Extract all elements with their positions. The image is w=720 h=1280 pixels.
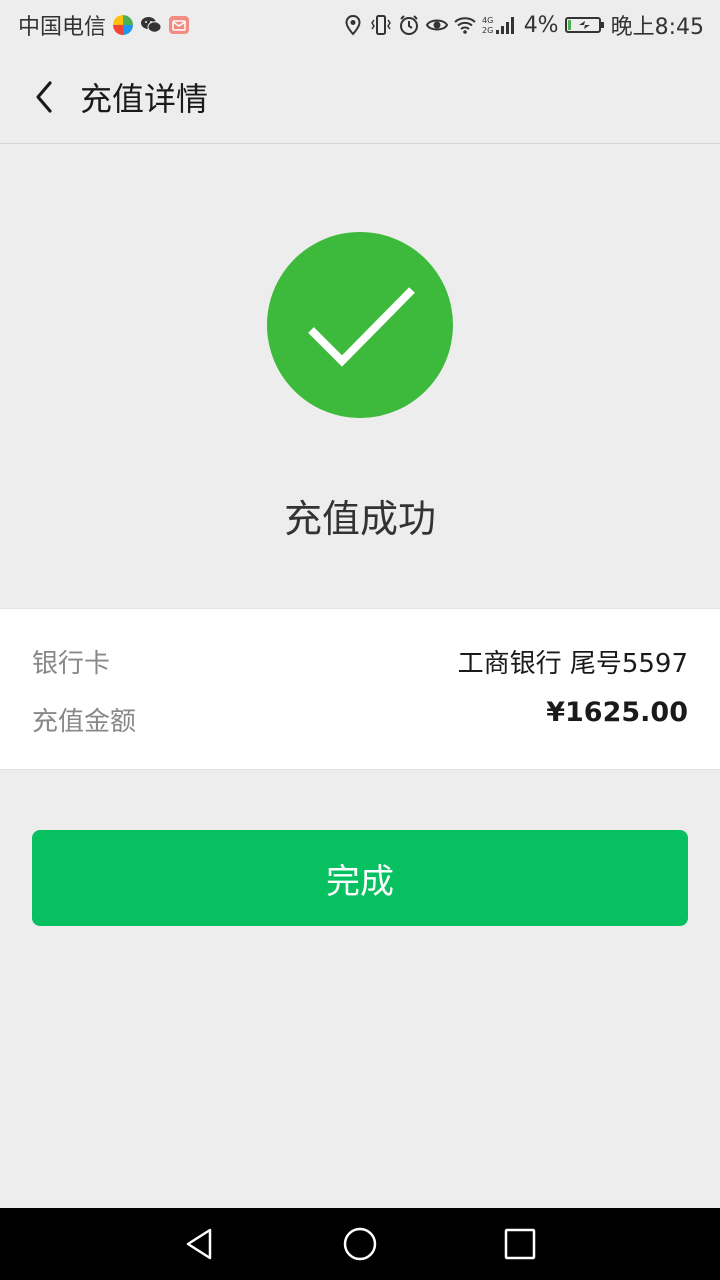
check-circle-icon bbox=[267, 232, 453, 418]
status-right: 4G 2G 4% 晚上8:45 bbox=[342, 9, 704, 41]
app-icon bbox=[112, 14, 134, 36]
alarm-icon bbox=[398, 14, 420, 36]
system-home-button[interactable] bbox=[340, 1224, 380, 1264]
amount-row: 充值金额 ¥1625.00 bbox=[32, 697, 688, 741]
nav-bar: 充值详情 bbox=[0, 50, 720, 144]
triangle-back-icon bbox=[186, 1228, 212, 1260]
system-back-button[interactable] bbox=[180, 1224, 220, 1264]
carrier-label: 中国电信 bbox=[18, 15, 107, 40]
bank-value: 工商银行 尾号5597 bbox=[457, 648, 688, 679]
battery-charging-icon bbox=[564, 14, 605, 36]
page-title: 充值详情 bbox=[80, 79, 209, 118]
chevron-left-icon bbox=[36, 80, 52, 113]
circle-home-icon bbox=[343, 1227, 377, 1261]
back-button[interactable] bbox=[20, 73, 68, 121]
system-nav-bar bbox=[0, 1208, 720, 1280]
success-title: 充值成功 bbox=[283, 497, 436, 541]
status-time: 晚上8:45 bbox=[610, 15, 704, 40]
square-recent-icon bbox=[504, 1228, 536, 1260]
wechat-icon bbox=[140, 14, 162, 36]
vibrate-icon bbox=[370, 14, 392, 36]
battery-percent: 4% bbox=[523, 12, 559, 38]
checkmark-icon bbox=[308, 287, 415, 367]
svg-text:2G: 2G bbox=[482, 26, 493, 35]
amount-label: 充值金额 bbox=[32, 706, 137, 737]
signal-icon: 4G 2G bbox=[482, 14, 518, 36]
amount-value: ¥1625.00 bbox=[546, 696, 688, 728]
location-icon bbox=[342, 14, 364, 36]
detail-card: 银行卡 工商银行 尾号5597 充值金额 ¥1625.00 bbox=[0, 608, 720, 770]
status-bar: 中国电信 4G 2G 4% 晚上8:45 bbox=[0, 0, 720, 50]
done-button-label: 完成 bbox=[326, 861, 394, 902]
mail-icon bbox=[168, 14, 190, 36]
screen: 中国电信 4G 2G 4% 晚上8:45 充值详情 充值成功 银行卡 工商银行 … bbox=[0, 0, 720, 1280]
success-area: 充值成功 bbox=[0, 144, 720, 608]
wifi-icon bbox=[453, 14, 476, 36]
system-recent-button[interactable] bbox=[500, 1224, 540, 1264]
bank-label: 银行卡 bbox=[32, 648, 111, 679]
svg-text:4G: 4G bbox=[482, 16, 493, 25]
eye-icon bbox=[425, 14, 448, 36]
status-left: 中国电信 bbox=[18, 9, 190, 41]
bank-row: 银行卡 工商银行 尾号5597 bbox=[32, 639, 688, 683]
done-button[interactable]: 完成 bbox=[32, 830, 688, 926]
